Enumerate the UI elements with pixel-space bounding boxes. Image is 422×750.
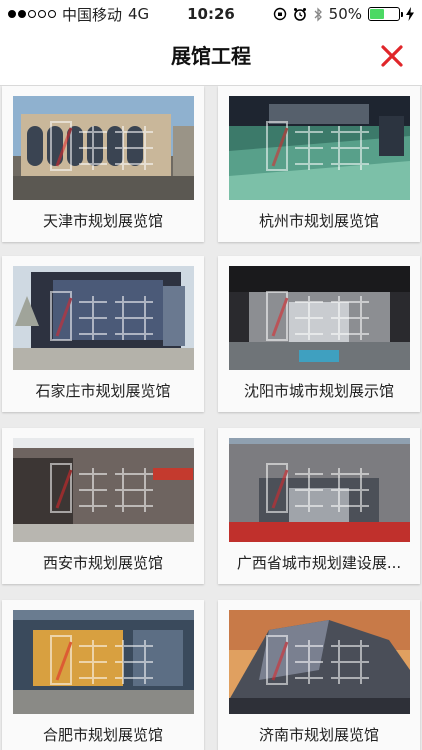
close-icon (381, 45, 403, 67)
venue-name: 石家庄市规划展览馆 (35, 382, 171, 400)
venue-card[interactable]: 西安市规划展览馆 (2, 428, 204, 584)
watermark-logo (266, 635, 369, 685)
venue-photo (229, 438, 410, 542)
venue-card[interactable]: 杭州市规划展览馆 (218, 86, 420, 242)
watermark-logo (266, 121, 369, 171)
watermark-logo (266, 291, 369, 341)
venue-name: 广西省城市规划建设展... (236, 554, 402, 572)
network-label: 4G (128, 5, 150, 23)
watermark-logo (50, 463, 153, 513)
venue-photo (229, 96, 410, 200)
venue-photo (13, 96, 194, 200)
venue-name: 合肥市规划展览馆 (42, 726, 163, 744)
bluetooth-icon (314, 6, 322, 22)
venue-card[interactable]: 石家庄市规划展览馆 (2, 256, 204, 412)
navigation-bar: 展馆工程 (0, 28, 422, 86)
venue-photo (13, 266, 194, 370)
watermark-logo (50, 635, 153, 685)
venue-name: 杭州市规划展览馆 (258, 212, 379, 230)
venue-name: 西安市规划展览馆 (42, 554, 163, 572)
battery-level (370, 9, 384, 19)
watermark-logo (266, 463, 369, 513)
venue-photo (229, 266, 410, 370)
venue-photo (229, 610, 410, 714)
watermark-logo (50, 121, 153, 171)
rotation-lock-icon (273, 7, 286, 21)
venue-grid: 天津市规划展览馆 杭州市规划展览馆 石家庄市规划展览馆 沈阳市城市规划展示馆 西… (0, 86, 422, 750)
status-bar-left: 中国移动 4G (8, 4, 273, 25)
venue-card[interactable]: 广西省城市规划建设展... (218, 428, 420, 584)
carrier-label: 中国移动 (62, 5, 123, 24)
alarm-icon (293, 8, 306, 21)
signal-strength-icon (8, 10, 56, 18)
venue-name: 天津市规划展览馆 (42, 212, 163, 230)
close-button[interactable] (376, 40, 408, 72)
venue-card[interactable]: 沈阳市城市规划展示馆 (218, 256, 420, 412)
status-bar-right: 50% (273, 5, 414, 23)
battery-percent: 50% (328, 5, 362, 23)
watermark-logo (50, 291, 153, 341)
venue-card[interactable]: 合肥市规划展览馆 (2, 600, 204, 750)
status-bar: 中国移动 4G 10:26 50% (0, 0, 422, 28)
venue-photo (13, 610, 194, 714)
venue-card[interactable]: 天津市规划展览馆 (2, 86, 204, 242)
venue-photo (13, 438, 194, 542)
venue-name: 沈阳市城市规划展示馆 (243, 382, 394, 400)
venue-card[interactable]: 济南市规划展览馆 (218, 600, 420, 750)
venue-name: 济南市规划展览馆 (258, 726, 379, 744)
battery-icon (368, 7, 403, 21)
page-title: 展馆工程 (171, 44, 251, 68)
charging-icon (406, 7, 414, 21)
